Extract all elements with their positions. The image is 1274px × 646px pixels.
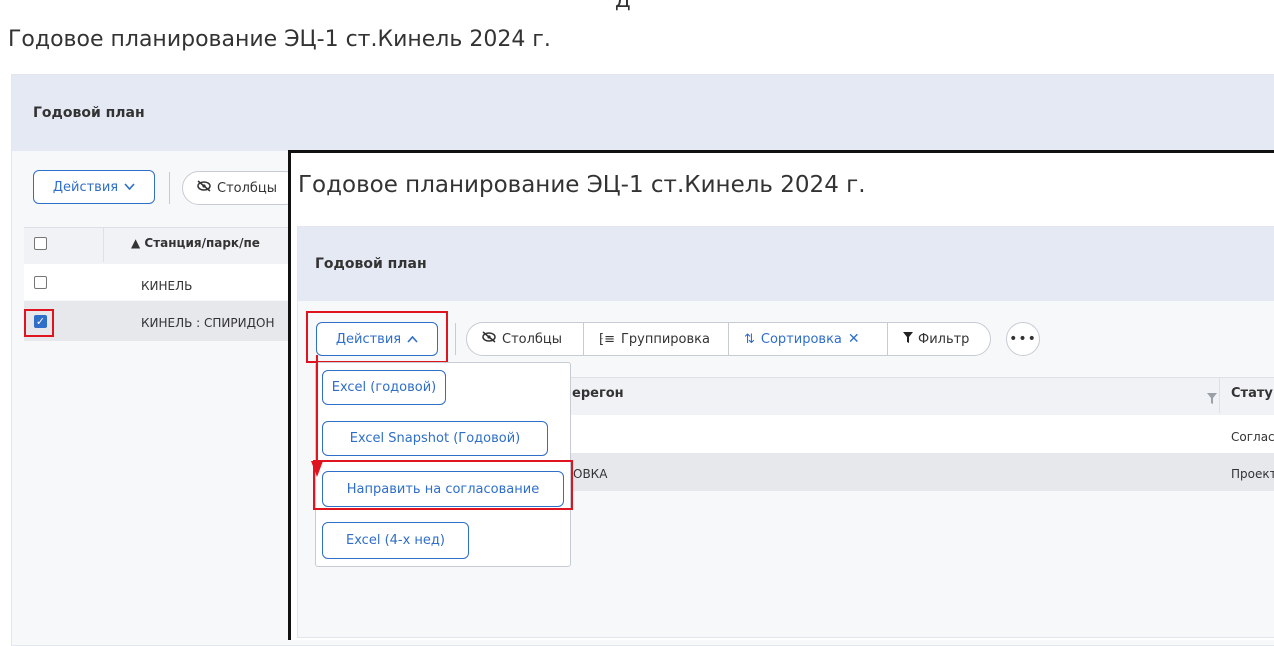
eye-off-icon — [197, 180, 211, 196]
close-icon[interactable]: ✕ — [848, 331, 860, 347]
overlay-columns-button[interactable]: Столбцы — [466, 322, 584, 356]
overlay-row-1-status: Соглас — [1231, 430, 1274, 444]
overlay-row-2-station: ОВКА — [573, 467, 608, 481]
menu-item-excel-annual[interactable]: Excel (годовой) — [322, 370, 446, 405]
menu-item-send-for-approval[interactable]: Направить на согласование — [322, 471, 564, 507]
actions-button[interactable]: Действия — [33, 170, 155, 204]
overlay-actions-label: Действия — [335, 331, 402, 347]
menu-item-excel-snapshot[interactable]: Excel Snapshot (Годовой) — [322, 421, 548, 456]
overlay-page-title: Годовое планирование ЭЦ-1 ст.Кинель 2024… — [298, 172, 866, 198]
eye-off-icon — [482, 331, 496, 347]
columns-button[interactable]: Столбцы — [182, 171, 302, 205]
overlay-table-header — [570, 377, 1274, 416]
overlay-card-header: Годовой план — [298, 227, 1274, 301]
page-title: Годовое планирование ЭЦ-1 ст.Кинель 2024… — [8, 27, 551, 52]
overlay-header-divider — [1219, 378, 1220, 413]
card-title: Годовой план — [33, 105, 145, 121]
menu-item-excel-4-weeks[interactable]: Excel (4-х нед) — [322, 522, 469, 559]
bg-header-divider — [103, 228, 104, 262]
sorting-button[interactable]: ⇅ Сортировка ✕ — [728, 322, 888, 356]
chevron-up-icon — [407, 332, 418, 347]
overlay-row-1[interactable] — [570, 415, 1274, 453]
sorting-label: Сортировка — [760, 331, 842, 347]
row-1-checkbox[interactable] — [34, 276, 47, 289]
bg-column-header-station[interactable]: ▲ Станция/парк/пе — [131, 236, 260, 250]
more-horizontal-icon: ••• — [1009, 331, 1037, 347]
overlay-toolbar-divider — [455, 323, 456, 355]
grouping-label: Группировка — [620, 331, 710, 347]
bg-row-1-station: КИНЕЛЬ — [141, 279, 193, 293]
grouping-icon: ⁅≡ — [599, 331, 615, 347]
toolbar-divider — [169, 172, 170, 204]
card-header: Годовой план — [12, 75, 1274, 151]
overlay-row-2-status: Проект — [1231, 467, 1274, 481]
bg-row-2-station: КИНЕЛЬ : СПИРИДОН — [141, 316, 275, 330]
column-filter-icon[interactable] — [1207, 389, 1217, 408]
overlay-column-header-status[interactable]: Стату — [1231, 386, 1273, 401]
row-2-checkbox[interactable]: ✓ — [34, 315, 47, 328]
top-edge-glyph: Д — [615, 0, 631, 12]
filter-icon — [903, 331, 913, 347]
chevron-down-icon — [124, 180, 135, 195]
actions-label: Действия — [52, 179, 119, 195]
overlay-column-header-station[interactable]: ерегон — [572, 386, 624, 401]
overlay-columns-label: Столбцы — [502, 331, 563, 347]
columns-label: Столбцы — [217, 180, 278, 196]
filter-button[interactable]: Фильтр — [887, 322, 991, 356]
grouping-button[interactable]: ⁅≡ Группировка — [583, 322, 729, 356]
annotation-arrow — [311, 355, 323, 477]
select-all-checkbox[interactable] — [34, 237, 47, 250]
overlay-row-2[interactable] — [570, 453, 1274, 491]
filter-label: Фильтр — [918, 331, 970, 347]
sort-arrows-icon: ⇅ — [744, 331, 755, 347]
more-options-button[interactable]: ••• — [1006, 322, 1040, 356]
overlay-card-title: Годовой план — [315, 256, 427, 272]
overlay-actions-button[interactable]: Действия — [316, 322, 438, 356]
